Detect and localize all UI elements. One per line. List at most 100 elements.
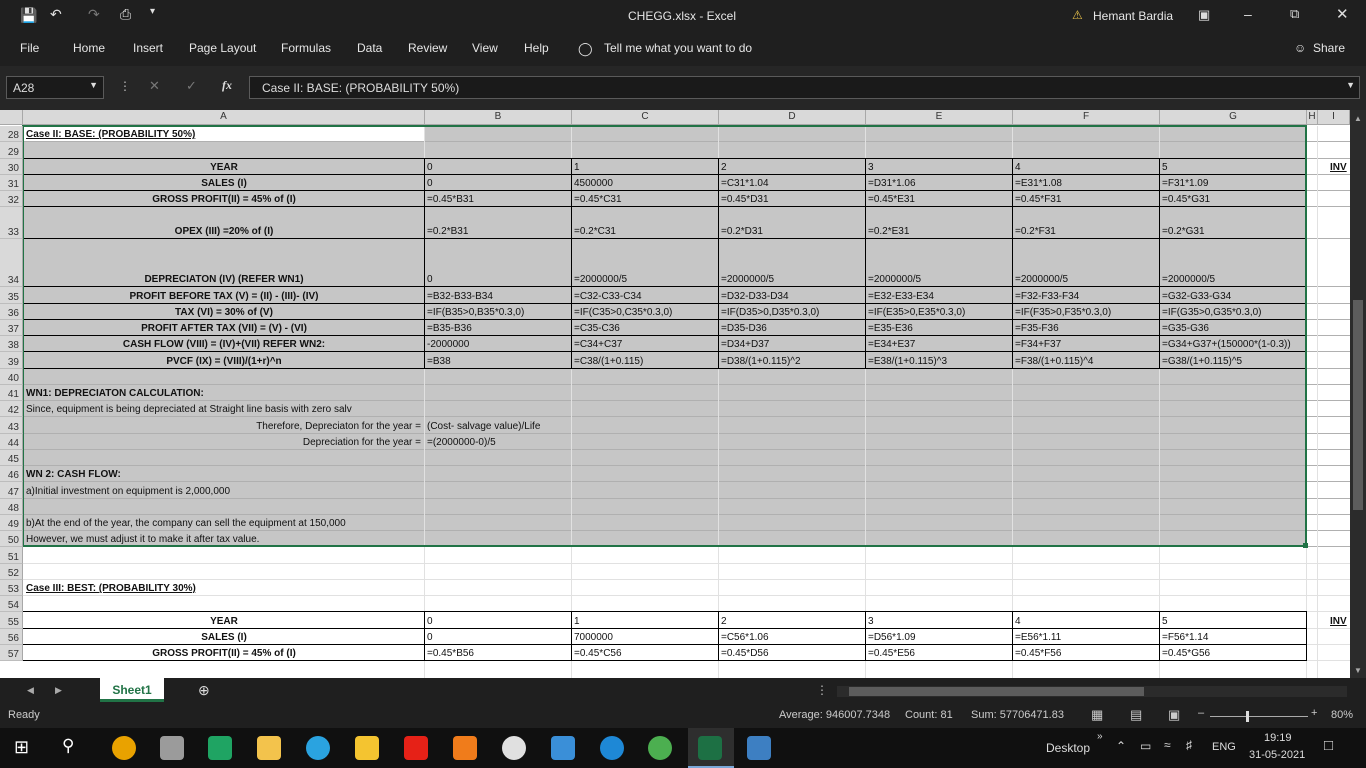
edge-icon[interactable]: [600, 736, 624, 760]
photos-icon[interactable]: [747, 736, 771, 760]
zoom-slider[interactable]: [1210, 716, 1308, 717]
select-all-corner[interactable]: [0, 110, 23, 125]
row-header[interactable]: 34: [0, 239, 23, 288]
utorrent-icon[interactable]: [648, 736, 672, 760]
row-header[interactable]: 57: [0, 644, 23, 661]
scroll-down-icon[interactable]: ▼: [1354, 666, 1362, 675]
tab-review[interactable]: Review: [408, 41, 447, 55]
page-break-view-icon[interactable]: ▣: [1168, 707, 1180, 723]
sheet-tab-sheet1[interactable]: Sheet1: [100, 678, 164, 702]
excel-icon[interactable]: [698, 736, 722, 760]
h-scroll-thumb[interactable]: [849, 687, 1144, 696]
calculator-icon[interactable]: [160, 736, 184, 760]
tab-formulas[interactable]: Formulas: [281, 41, 331, 55]
clock-date[interactable]: 31-05-2021: [1249, 749, 1305, 761]
scroll-right-icon[interactable]: ▶: [55, 685, 62, 696]
row-header[interactable]: 45: [0, 449, 23, 466]
horizontal-scrollbar[interactable]: [837, 686, 1347, 697]
worksheet-grid[interactable]: A B C D E F G H I 28 29 30 31 32 33 34 35 36 37 38 39 40 41 42 4…: [0, 110, 1350, 678]
customize-toolbar-icon[interactable]: ▾: [150, 6, 155, 17]
row-header[interactable]: 47: [0, 482, 23, 499]
zoom-out-icon[interactable]: –: [1198, 707, 1204, 719]
column-header-e[interactable]: E: [866, 110, 1013, 125]
mail-icon[interactable]: [551, 736, 575, 760]
redo-icon[interactable]: ↷: [88, 6, 100, 23]
row-header[interactable]: 37: [0, 319, 23, 336]
search-icon[interactable]: ⚲: [62, 736, 74, 756]
row-header[interactable]: 48: [0, 498, 23, 515]
tab-view[interactable]: View: [472, 41, 498, 55]
row-header[interactable]: 53: [0, 579, 23, 596]
name-box[interactable]: A28 ▼: [6, 76, 104, 99]
row-header[interactable]: 46: [0, 466, 23, 483]
row-header[interactable]: 30: [0, 158, 23, 175]
clock-app-icon[interactable]: [502, 736, 526, 760]
zoom-thumb[interactable]: [1246, 711, 1249, 722]
tab-page-layout[interactable]: Page Layout: [189, 41, 256, 55]
zoom-level[interactable]: 80%: [1331, 709, 1353, 721]
row-header[interactable]: 51: [0, 547, 23, 564]
save-icon[interactable]: 💾: [20, 7, 37, 24]
row-header[interactable]: 33: [0, 207, 23, 240]
youtube-icon[interactable]: [404, 736, 428, 760]
fill-handle[interactable]: [1303, 543, 1308, 549]
row-header[interactable]: 43: [0, 417, 23, 434]
chrome-icon[interactable]: [112, 736, 136, 760]
quick-access-icon[interactable]: ⎙: [120, 6, 131, 23]
user-name[interactable]: Hemant Bardia: [1093, 9, 1173, 23]
close-icon[interactable]: ✕: [1336, 5, 1349, 23]
sticky-notes-icon[interactable]: [355, 736, 379, 760]
undo-icon[interactable]: ↶: [50, 6, 62, 23]
desktop-chevron-icon[interactable]: »: [1097, 731, 1103, 742]
row-header[interactable]: 32: [0, 191, 23, 208]
insert-function-icon[interactable]: fx: [222, 78, 232, 93]
file-explorer-icon[interactable]: [257, 736, 281, 760]
windows-start-icon[interactable]: ⊞: [14, 737, 29, 758]
search-tool-icon[interactable]: [453, 736, 477, 760]
column-header-d[interactable]: D: [719, 110, 866, 125]
row-header[interactable]: 36: [0, 303, 23, 320]
row-header[interactable]: 29: [0, 142, 23, 159]
volume-icon[interactable]: ♯: [1186, 738, 1192, 752]
row-header[interactable]: 40: [0, 368, 23, 385]
page-layout-view-icon[interactable]: ▤: [1130, 707, 1142, 723]
column-header-b[interactable]: B: [425, 110, 572, 125]
add-sheet-icon[interactable]: ⊕: [198, 682, 210, 699]
tab-data[interactable]: Data: [357, 41, 382, 55]
row-header[interactable]: 39: [0, 352, 23, 369]
minimize-icon[interactable]: –: [1244, 6, 1252, 22]
normal-view-icon[interactable]: ▦: [1091, 707, 1103, 723]
battery-icon[interactable]: ▭: [1140, 739, 1151, 753]
row-header[interactable]: 56: [0, 628, 23, 645]
row-header[interactable]: 44: [0, 433, 23, 450]
row-header[interactable]: 42: [0, 401, 23, 418]
formula-input[interactable]: Case II: BASE: (PROBABILITY 50%) ▼: [249, 76, 1360, 99]
column-header-g[interactable]: G: [1160, 110, 1307, 125]
row-header[interactable]: 54: [0, 596, 23, 613]
restore-icon[interactable]: ⧉: [1290, 6, 1299, 22]
tab-help[interactable]: Help: [524, 41, 549, 55]
scroll-left-icon[interactable]: ◀: [27, 685, 34, 696]
clock-time[interactable]: 19:19: [1264, 732, 1292, 744]
desktop-label[interactable]: Desktop: [1046, 741, 1090, 755]
ribbon-display-icon[interactable]: ▣: [1198, 7, 1210, 23]
wifi-icon[interactable]: ≈: [1164, 738, 1171, 752]
column-header-c[interactable]: C: [572, 110, 719, 125]
row-header[interactable]: 49: [0, 514, 23, 531]
tray-expand-icon[interactable]: ⌃: [1116, 739, 1126, 753]
tab-home[interactable]: Home: [73, 41, 105, 55]
zoom-in-icon[interactable]: +: [1311, 707, 1317, 719]
column-header-a[interactable]: A: [23, 110, 425, 125]
more-options-icon[interactable]: ⋮: [119, 79, 131, 93]
row-header[interactable]: 28: [0, 126, 23, 143]
telegram-icon[interactable]: [306, 736, 330, 760]
tell-me-search[interactable]: Tell me what you want to do: [604, 41, 752, 55]
row-header[interactable]: 50: [0, 531, 23, 548]
column-header-h[interactable]: H: [1307, 110, 1318, 125]
tab-file[interactable]: File: [20, 41, 39, 55]
row-header[interactable]: 55: [0, 612, 23, 629]
tab-insert[interactable]: Insert: [133, 41, 163, 55]
row-header[interactable]: 38: [0, 336, 23, 353]
tab-split-icon[interactable]: ⋮: [816, 683, 828, 697]
enter-icon[interactable]: ✓: [186, 78, 197, 94]
